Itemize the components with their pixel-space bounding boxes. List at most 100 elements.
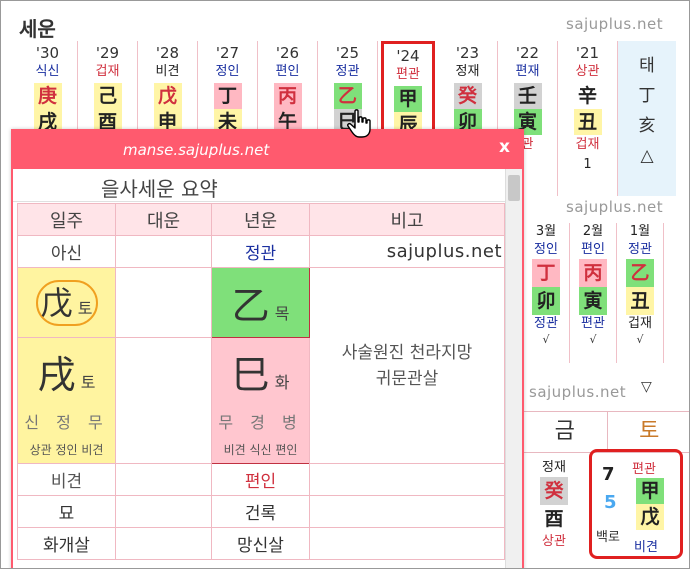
- year-label: '28: [155, 44, 180, 62]
- stem-char: 甲: [636, 478, 664, 504]
- month-column[interactable]: 정재 癸 酉 상관: [531, 459, 577, 551]
- watermark: sajuplus.net: [309, 235, 505, 268]
- stem-char: 乙: [231, 284, 270, 328]
- element-label: 목: [274, 304, 290, 323]
- branch-char: 丑: [626, 287, 654, 315]
- ilju-sinsal: 화개살: [17, 527, 116, 560]
- stem-char: 己: [93, 83, 122, 109]
- nyeonun-stem-cell: 乙 목: [211, 267, 310, 338]
- relation-note: 귀문관살: [375, 368, 439, 389]
- element-label: 토: [80, 372, 96, 392]
- hidden-sipsin: 비견 식신 편인: [223, 442, 298, 457]
- sipsin-label: 정재: [542, 460, 566, 475]
- month-strip: 3월 정인 丁卯 정관 √ 2월 편인 丙寅 편관 √ 1월 정관 乙丑 겁재 √: [523, 223, 664, 363]
- sipsin-label: 정관: [335, 64, 360, 79]
- year-label: '23: [455, 44, 480, 62]
- branch-char: 戌: [37, 352, 76, 397]
- watermark: sajuplus.net: [566, 198, 664, 216]
- year-column[interactable]: 태 丁亥 △: [618, 41, 676, 196]
- element-label: 금: [554, 419, 575, 444]
- solar-term-label: 백로: [596, 530, 620, 545]
- close-button[interactable]: x: [499, 137, 510, 157]
- last-col-value: 태: [639, 56, 655, 76]
- stem-char: 丙: [579, 259, 607, 287]
- sipsin-label: 편관: [581, 316, 605, 331]
- popup-subtitle-bar: 을사세운 요약: [13, 169, 522, 202]
- month-column[interactable]: 1월정관 乙丑 겁재 √: [617, 223, 664, 363]
- branch-char: 卯: [532, 287, 560, 315]
- app-window: 세운 sajuplus.net sajuplus.net sajuplus.ne…: [0, 0, 690, 569]
- sipsin-label: 겁재: [575, 137, 600, 152]
- nyeonun-branch-cell: 巳 화 무 경 병 비견 식신 편인: [211, 337, 310, 464]
- watermark: sajuplus.net: [529, 383, 627, 401]
- bigo-cell: [309, 495, 505, 528]
- month-column[interactable]: 2월 편인 丙寅 편관 √: [570, 223, 617, 363]
- nyeonun-unseong: 건록: [211, 495, 310, 528]
- stem-char: 甲: [394, 86, 422, 112]
- year-column[interactable]: '21 상관 辛丑 겁재 1: [558, 41, 618, 196]
- year-label: '21: [575, 44, 600, 62]
- month-label: 1월: [629, 224, 651, 239]
- check-mark: √: [589, 333, 597, 346]
- stem-char: 辛: [573, 83, 602, 109]
- check-mark: √: [636, 333, 644, 346]
- daeun-cell: [115, 527, 212, 560]
- branch-char: 戊: [636, 504, 664, 530]
- hidden-stems: 신 정 무: [24, 412, 109, 432]
- summary-table: 일주 대운 년운 비고 아신 정관 sajuplus.net 戊 토 乙 목 사…: [17, 203, 505, 560]
- col-header-ilju: 일주: [17, 203, 116, 236]
- stem-char: 戊: [40, 283, 73, 322]
- ilju-sinkang: 아신: [17, 235, 116, 268]
- ilju-stem-cell: 戊 토: [17, 267, 116, 338]
- sipsin-label: 정관: [628, 242, 652, 257]
- stem-char: 庚: [33, 83, 62, 109]
- sipsin-label: 식신: [35, 64, 60, 79]
- bigo-cell: 사술원진 천라지망 귀문관살: [309, 267, 505, 464]
- element-label: 화: [274, 372, 290, 392]
- selected-month-card[interactable]: 7 5 백로 편관 甲 戊 비견: [589, 449, 683, 559]
- element-label: 토: [77, 298, 93, 318]
- year-label: '25: [335, 44, 360, 62]
- branch-char: 巳: [231, 352, 270, 397]
- scrollbar-thumb[interactable]: [508, 175, 520, 201]
- sipsin-label: 비견: [155, 64, 180, 79]
- year-label: '27: [215, 44, 240, 62]
- last-col-value: 亥: [638, 116, 656, 136]
- popup-header: manse.sajuplus.net x: [13, 131, 522, 169]
- year-label: '24: [396, 47, 420, 65]
- scrollbar[interactable]: [505, 169, 522, 568]
- sipsin-label: 편인: [275, 64, 300, 79]
- ilju-stem-circle: 戊 토: [35, 279, 98, 326]
- month-column[interactable]: 3월 정인 丁卯 정관 √: [523, 223, 570, 363]
- stem-char: 戊: [153, 83, 182, 109]
- col-header-nyeonun: 년운: [211, 203, 310, 236]
- daeun-cell: [115, 495, 212, 528]
- daeun-cell: [115, 337, 212, 464]
- element-row: 금 토: [523, 411, 690, 453]
- watermark: sajuplus.net: [566, 15, 664, 33]
- stem-char: 乙: [626, 259, 654, 287]
- branch-char: 寅: [579, 287, 607, 315]
- sipsin-label: 정관: [534, 316, 558, 331]
- ilju-unseong: 묘: [17, 495, 116, 528]
- count-label: 1: [583, 157, 592, 172]
- day-number-sub: 5: [604, 492, 617, 513]
- stem-char: 丙: [273, 83, 302, 109]
- section-title: 세운: [19, 17, 56, 41]
- ilju-branch-cell: 戌 토 신 정 무 상관 정인 비견: [17, 337, 116, 464]
- sipsin-label: 상관: [575, 64, 600, 79]
- nyeonun-sinsal: 망신살: [211, 527, 310, 560]
- sipsin-label: 편관: [396, 67, 420, 82]
- branch-char: 酉: [544, 508, 564, 530]
- day-number: 7: [602, 464, 615, 485]
- sipsin-label: 정인: [215, 64, 240, 79]
- col-header-daeun: 대운: [115, 203, 212, 236]
- sipsin-label: 겁재: [628, 316, 652, 331]
- year-label: '22: [515, 44, 540, 62]
- daeun-cell: [115, 267, 212, 338]
- element-label: 토: [606, 412, 690, 452]
- sipsin-label: 편인: [581, 242, 605, 257]
- relation-note: 사술원진 천라지망: [341, 342, 473, 363]
- ilju-sipsin: 비견: [17, 463, 116, 496]
- dropdown-triangle-icon[interactable]: ▽: [641, 379, 652, 395]
